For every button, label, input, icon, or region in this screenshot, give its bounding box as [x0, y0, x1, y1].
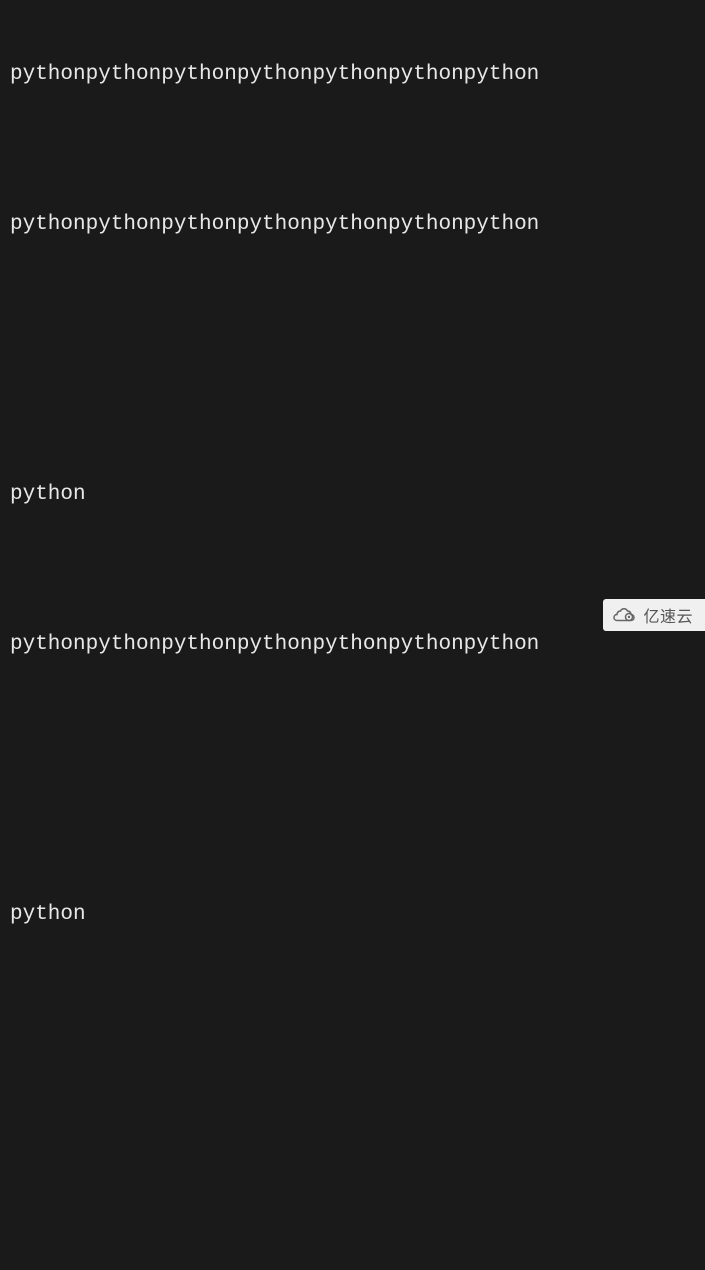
output-line: pythonpythonpythonpythonpythonpythonpyth… — [10, 60, 695, 90]
watermark-text: 亿速云 — [643, 603, 693, 627]
watermark-badge: 亿速云 — [603, 599, 705, 631]
output-line: python — [10, 900, 695, 930]
output-line: python — [10, 480, 695, 510]
output-line: pythonpythonpythonpythonpythonpythonpyth… — [10, 210, 695, 240]
cloud-icon — [613, 606, 637, 624]
console-output: pythonpythonpythonpythonpythonpythonpyth… — [10, 0, 695, 1270]
